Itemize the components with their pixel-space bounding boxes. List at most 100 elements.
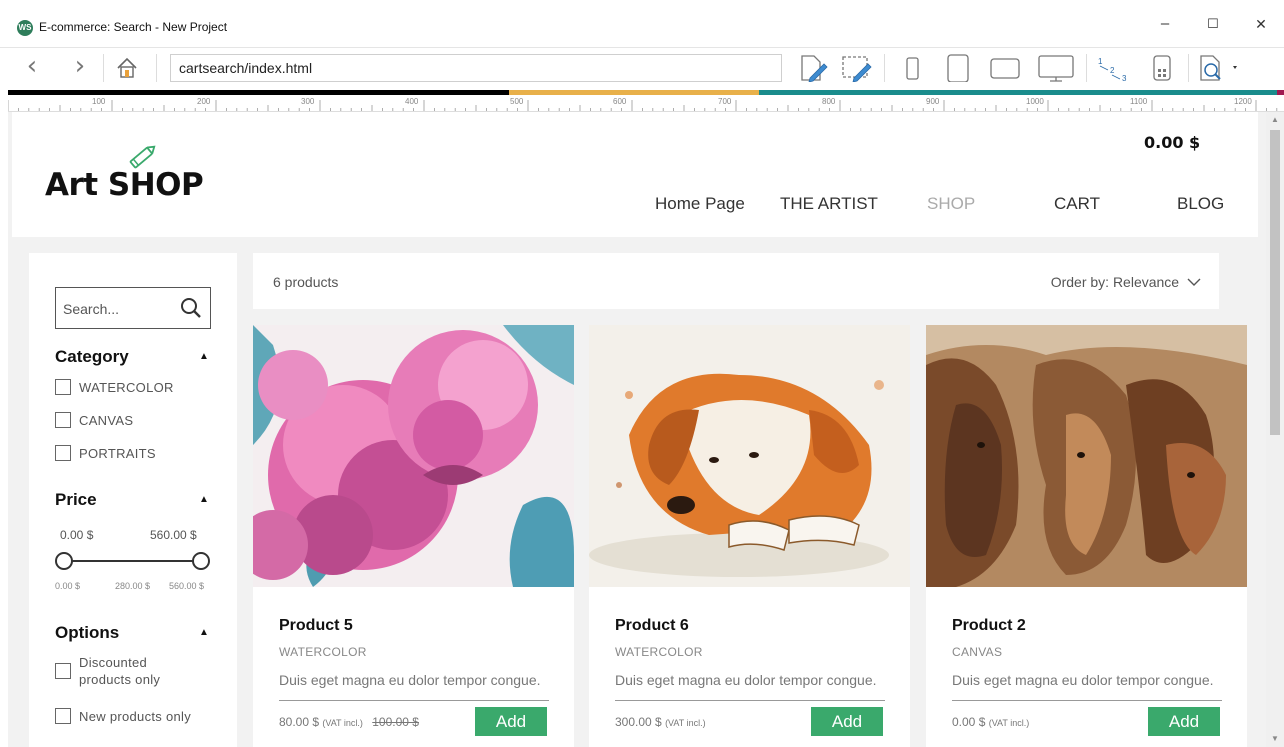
- ruler-label: 900: [926, 97, 940, 106]
- ruler-label: 200: [197, 97, 211, 106]
- category-watercolor[interactable]: WATERCOLOR: [55, 379, 174, 395]
- slider-scale-label: 0.00 $: [55, 581, 81, 591]
- check-label: PORTRAITS: [79, 445, 156, 461]
- toolbar-separator: [156, 54, 157, 82]
- page-preview: Art SHOP 0.00 $ Home Page THE ARTIST SHO…: [8, 112, 1266, 747]
- product-card[interactable]: Product 5 WATERCOLOR Duis eget magna eu …: [253, 325, 574, 747]
- nav-home[interactable]: Home Page: [655, 194, 745, 214]
- price-value: 300.00 $: [615, 715, 662, 729]
- price-max: 560.00 $: [150, 528, 197, 542]
- checkbox[interactable]: [55, 708, 71, 724]
- toolbar-separator: [1188, 54, 1189, 82]
- product-description: Duis eget magna eu dolor tempor congue.: [279, 672, 541, 688]
- product-price: 80.00 $ (VAT incl.) 100.00 $: [279, 715, 419, 729]
- product-name[interactable]: Product 5: [279, 617, 353, 635]
- price-slider-min-handle[interactable]: [55, 552, 73, 570]
- phone-portrait-icon[interactable]: [900, 54, 924, 82]
- product-card[interactable]: Product 6 WATERCOLOR Duis eget magna eu …: [589, 325, 910, 747]
- add-to-cart-button[interactable]: Add: [1148, 707, 1220, 736]
- edit-page-icon[interactable]: [798, 54, 830, 82]
- check-label: New products only: [79, 708, 192, 724]
- cart-total[interactable]: 0.00 $: [1144, 133, 1200, 152]
- scroll-up-icon[interactable]: ▲: [1266, 115, 1284, 124]
- tablet-portrait-icon[interactable]: [944, 54, 972, 82]
- check-label: Discounted products only: [79, 655, 161, 687]
- toolbar-separator: [103, 54, 104, 82]
- pencil-icon: [129, 145, 156, 169]
- divider: [952, 700, 1222, 701]
- product-description: Duis eget magna eu dolor tempor congue.: [615, 672, 877, 688]
- back-button[interactable]: ‹: [17, 52, 47, 82]
- ruler-label: 500: [510, 97, 524, 106]
- category-portraits[interactable]: PORTRAITS: [55, 445, 156, 461]
- product-image-flowers[interactable]: [253, 325, 574, 587]
- ruler-segment-wide: [1277, 90, 1284, 95]
- vat-note: (VAT incl.): [665, 718, 706, 728]
- nav-shop[interactable]: SHOP: [927, 194, 975, 214]
- add-to-cart-button[interactable]: Add: [475, 707, 547, 736]
- ruler-label: 1100: [1130, 97, 1148, 106]
- checkbox[interactable]: [55, 379, 71, 395]
- price-value: 80.00 $: [279, 715, 320, 729]
- maximize-button[interactable]: ☐: [1198, 12, 1228, 36]
- home-icon[interactable]: [113, 54, 141, 82]
- price-value: 0.00 $: [952, 715, 986, 729]
- ruler-label: 700: [718, 97, 732, 106]
- svg-text:2: 2: [1110, 66, 1115, 75]
- ruler-label: 100: [92, 97, 106, 106]
- chevron-down-icon: [1187, 278, 1201, 286]
- product-card[interactable]: Product 2 CANVAS Duis eget magna eu dolo…: [926, 325, 1247, 747]
- divider: [279, 700, 549, 701]
- vat-note: (VAT incl.): [988, 718, 1030, 728]
- price-slider-track[interactable]: [65, 560, 200, 562]
- edit-selection-icon[interactable]: [840, 54, 874, 82]
- ruler-label: 600: [613, 97, 627, 106]
- product-name[interactable]: Product 2: [952, 617, 1026, 635]
- category-collapse-icon[interactable]: ▲: [199, 351, 209, 362]
- add-to-cart-button[interactable]: Add: [811, 707, 883, 736]
- product-price: 0.00 $ (VAT incl.): [952, 715, 1029, 729]
- product-image-horses[interactable]: [926, 325, 1247, 587]
- desktop-icon[interactable]: [1036, 54, 1076, 82]
- scroll-thumb[interactable]: [1270, 130, 1280, 435]
- product-name[interactable]: Product 6: [615, 617, 689, 635]
- order-by-select[interactable]: Order by: Relevance: [1051, 274, 1201, 290]
- price-collapse-icon[interactable]: ▲: [199, 494, 209, 505]
- search-icon[interactable]: [180, 297, 202, 319]
- tablet-landscape-icon[interactable]: [988, 54, 1022, 82]
- url-input[interactable]: cartsearch/index.html: [170, 54, 782, 82]
- search-input[interactable]: Search...: [55, 287, 211, 329]
- category-title: Category: [55, 347, 129, 366]
- divider: [615, 700, 885, 701]
- scroll-down-icon[interactable]: ▼: [1266, 734, 1284, 743]
- product-price: 300.00 $ (VAT incl.): [615, 715, 706, 729]
- option-new[interactable]: New products only: [55, 708, 191, 724]
- forward-button[interactable]: ›: [65, 52, 95, 82]
- product-description: Duis eget magna eu dolor tempor congue.: [952, 672, 1214, 688]
- checkbox[interactable]: [55, 663, 71, 679]
- preview-icon[interactable]: [1196, 54, 1242, 82]
- product-image-dog[interactable]: [589, 325, 910, 587]
- ruler-label: 800: [822, 97, 836, 106]
- price-slider-max-handle[interactable]: [192, 552, 210, 570]
- minimize-button[interactable]: –: [1150, 12, 1180, 36]
- slider-scale-label: 280.00 $: [115, 581, 151, 591]
- nav-cart[interactable]: CART: [1054, 194, 1100, 214]
- toolbar-separator: [1086, 54, 1087, 82]
- vertical-scrollbar[interactable]: ▲ ▼: [1266, 112, 1284, 747]
- nav-blog[interactable]: BLOG: [1177, 194, 1224, 214]
- check-label: WATERCOLOR: [79, 379, 174, 395]
- close-button[interactable]: ✕: [1246, 12, 1276, 36]
- nav-the-artist[interactable]: THE ARTIST: [780, 194, 878, 214]
- option-discounted[interactable]: Discounted products only: [55, 654, 205, 688]
- category-canvas[interactable]: CANVAS: [55, 412, 133, 428]
- site-header: Art SHOP 0.00 $ Home Page THE ARTIST SHO…: [12, 112, 1258, 237]
- options-collapse-icon[interactable]: ▲: [199, 627, 209, 638]
- qr-code-icon[interactable]: [1148, 54, 1176, 82]
- numbering-icon[interactable]: 1 2 3: [1094, 54, 1132, 82]
- checkbox[interactable]: [55, 412, 71, 428]
- checkbox[interactable]: [55, 445, 71, 461]
- ruler-segment-tablet: [509, 90, 759, 95]
- ruler-label: 300: [301, 97, 315, 106]
- svg-text:3: 3: [1122, 74, 1127, 82]
